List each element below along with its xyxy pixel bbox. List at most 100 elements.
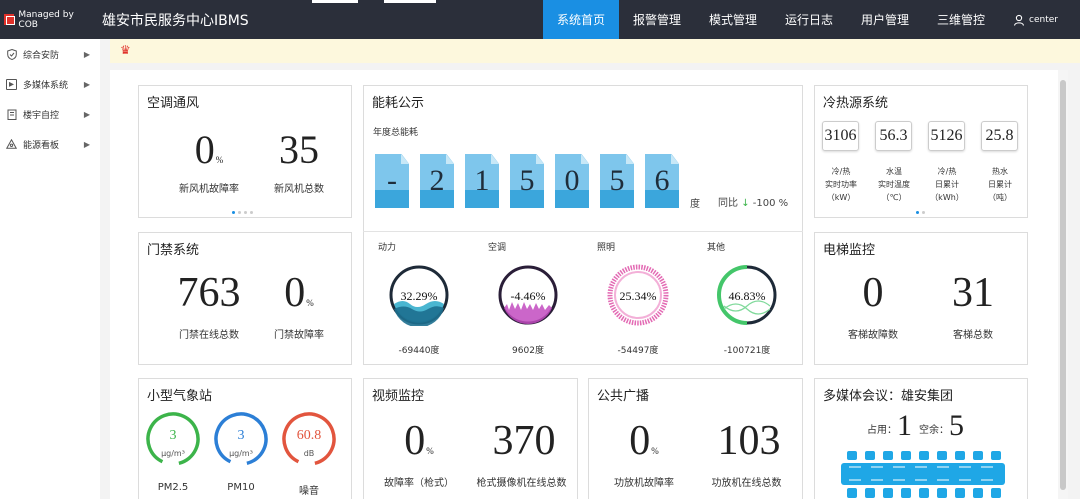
sidebar-item-building[interactable]: 楼宇自控 ▶	[0, 99, 100, 129]
noise-unit: dB	[303, 449, 315, 458]
energy-digit: 6	[645, 154, 679, 208]
energy-digit: -	[375, 154, 409, 208]
pm25-value: 3	[169, 428, 177, 443]
divider	[363, 231, 803, 232]
sidebar-item-energy[interactable]: 能源看板 ▶	[0, 129, 100, 159]
breakdown-percent: 25.34%	[619, 289, 657, 303]
breakdown-percent: -4.46%	[510, 289, 546, 303]
card-title: 公共广播	[597, 389, 650, 404]
brand: Managed by COB	[0, 0, 92, 39]
elevator-total-label: 客梯总数	[953, 330, 993, 341]
alert-bar: ♛	[110, 39, 1080, 63]
bell-icon[interactable]: ♛	[120, 43, 131, 57]
shield-icon	[6, 48, 17, 60]
multimedia-meeting-card: 多媒体会议：雄安集团 占用： 1 空余： 5	[814, 378, 1028, 499]
public-broadcast-card: 公共广播 0% 功放机故障率 103 功放机在线总数	[588, 378, 803, 499]
stat-water-temp: 56.3	[875, 121, 912, 151]
broadcast-fault-rate: 0%	[629, 418, 659, 464]
breakdown-label: 动力	[378, 243, 397, 253]
access-control-card: 门禁系统 763 门禁在线总数 0% 门禁故障率	[138, 232, 352, 365]
breakdown-value: -54497度	[617, 346, 659, 356]
elevator-fault-count: 0	[862, 270, 884, 316]
scrollbar-thumb[interactable]	[1060, 80, 1066, 490]
top-bar: Managed by COB 雄安市民服务中心IBMS 系统首页 报警管理 模式…	[0, 0, 1080, 39]
meeting-room-icon	[841, 451, 1005, 498]
nav-log[interactable]: 运行日志	[771, 0, 847, 39]
stat-hot-water: 25.8	[981, 121, 1018, 151]
card-title: 门禁系统	[147, 243, 200, 258]
noise-label: 噪音	[299, 486, 319, 497]
breakdown-value: -100721度	[723, 346, 771, 356]
access-online-count: 763	[177, 270, 241, 316]
nav-home[interactable]: 系统首页	[543, 0, 619, 39]
carousel-dots[interactable]	[232, 211, 253, 214]
video-fault-rate-label: 故障率（枪式）	[384, 478, 454, 489]
card-title: 能耗公示	[372, 96, 425, 111]
cob-logo-icon	[4, 14, 16, 25]
sidebar: 综合安防 ▶ ▸ 多媒体系统 ▶ 楼宇自控 ▶ 能源看板 ▶	[0, 39, 100, 499]
pm25-unit: μg/m³	[161, 449, 185, 458]
sidebar-item-media[interactable]: ▸ 多媒体系统 ▶	[0, 69, 100, 99]
sidebar-item-label: 能源看板	[23, 140, 60, 151]
carousel-dots[interactable]	[916, 211, 925, 214]
managed-by-label: Managed by COB	[18, 9, 74, 30]
energy-icon	[6, 139, 17, 150]
stat-caption: 冷/热 实时功率 （kW）	[825, 167, 857, 202]
free-label: 空余：	[919, 425, 949, 436]
elevator-fault-label: 客梯故障数	[848, 330, 898, 341]
yoy-value: -100 %	[752, 198, 789, 209]
stat-caption: 水温 实时温度 （℃）	[878, 167, 910, 202]
card-title: 视频监控	[372, 389, 425, 404]
sidebar-item-label: 综合安防	[23, 50, 60, 61]
occupied-label: 占用：	[867, 425, 897, 436]
breakdown-value: -69440度	[398, 346, 440, 356]
sidebar-item-label: 多媒体系统	[23, 80, 69, 91]
building-icon	[6, 109, 17, 120]
chevron-right-icon: ▶	[83, 139, 90, 149]
energy-unit: 度	[690, 199, 700, 210]
nav-3d[interactable]: 三维管控	[923, 0, 999, 39]
stat-daily-energy: 5126	[928, 121, 965, 151]
hvac-fault-rate: 0%	[194, 127, 224, 172]
video-fault-rate: 0%	[404, 418, 434, 464]
occupied-count: 1	[897, 409, 912, 442]
card-title: 电梯监控	[823, 243, 876, 258]
hvac-card: 空调通风 0% 新风机故障率 35 新风机总数	[138, 85, 352, 218]
nav-alarm[interactable]: 报警管理	[619, 0, 695, 39]
user-menu[interactable]: center	[1013, 0, 1058, 39]
energy-digit: 5	[600, 154, 634, 208]
media-icon: ▸	[6, 78, 17, 90]
elevator-card: 电梯监控 0 客梯故障数 31 客梯总数	[814, 232, 1028, 365]
breakdown-label: 其他	[707, 243, 726, 253]
nav-mode[interactable]: 模式管理	[695, 0, 771, 39]
video-surveillance-card: 视频监控 0% 故障率（枪式） 370 枪式摄像机在线总数	[363, 378, 578, 499]
hvac-total-label: 新风机总数	[274, 184, 324, 195]
energy-digit: 0	[555, 154, 589, 208]
chevron-right-icon: ▶	[83, 79, 90, 89]
scrollbar[interactable]	[1058, 70, 1068, 499]
breakdown-label: 空调	[488, 243, 507, 253]
broadcast-online-label: 功放机在线总数	[711, 478, 782, 489]
main-nav: 系统首页 报警管理 模式管理 运行日志 用户管理 三维管控	[543, 0, 999, 39]
stat-caption: 冷/热 日累计 （kWh）	[930, 167, 964, 202]
free-count: 5	[949, 409, 964, 442]
sidebar-item-security[interactable]: 综合安防 ▶	[0, 39, 100, 69]
sidebar-item-label: 楼宇自控	[23, 110, 60, 121]
noise-value: 60.8	[296, 428, 322, 443]
pm25-label: PM2.5	[157, 482, 189, 493]
pm10-unit: μg/m³	[229, 449, 253, 458]
broadcast-fault-rate-label: 功放机故障率	[614, 478, 674, 489]
card-title: 冷热源系统	[823, 96, 889, 111]
stat-caption: 热水 日累计 （吨）	[988, 167, 1012, 202]
card-title: 空调通风	[147, 96, 200, 111]
topbar-decoration	[312, 0, 452, 6]
user-icon	[1013, 14, 1025, 26]
energy-digit: 2	[420, 154, 454, 208]
nav-users[interactable]: 用户管理	[847, 0, 923, 39]
elevator-total: 31	[952, 270, 994, 316]
energy-digit: 1	[465, 154, 499, 208]
card-title: 多媒体会议：雄安集团	[823, 389, 954, 404]
yoy-label: 同比	[718, 198, 738, 209]
app-title: 雄安市民服务中心IBMS	[102, 12, 249, 29]
yoy-indicator: 同比 ↓ -100 %	[718, 194, 788, 209]
